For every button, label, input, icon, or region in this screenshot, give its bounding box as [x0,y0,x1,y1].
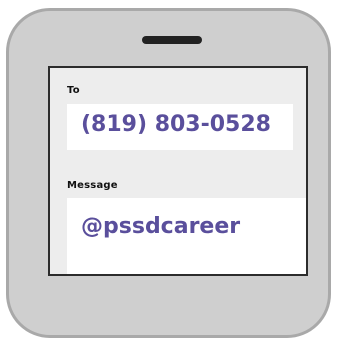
recipient-field[interactable]: (819) 803-0528 [67,104,293,150]
recipient-number: (819) 803-0528 [81,112,271,137]
to-label: To [67,85,80,96]
message-field[interactable]: @pssdcareer [67,198,306,274]
phone-speaker [142,36,202,44]
message-text: @pssdcareer [81,214,241,239]
phone-screen: To (819) 803-0528 Message @pssdcareer [48,66,308,276]
message-label: Message [67,180,118,191]
